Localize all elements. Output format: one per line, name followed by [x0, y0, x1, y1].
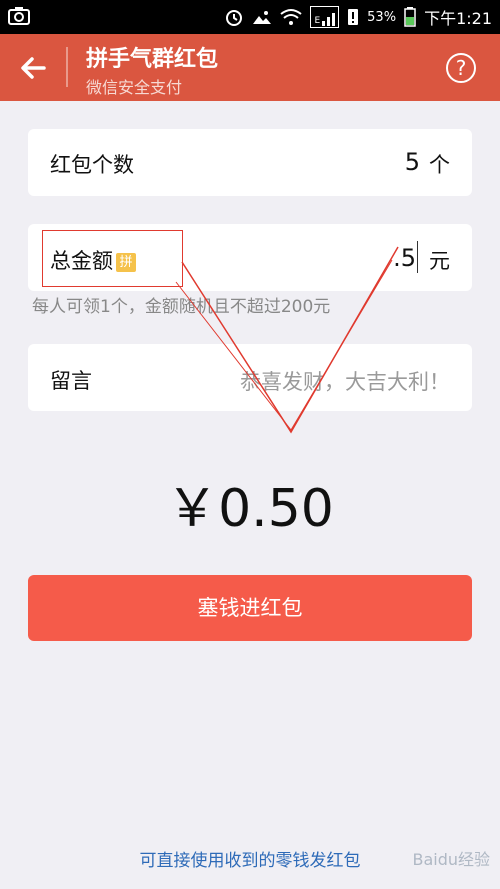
battery-icon: [404, 7, 416, 27]
image-icon: [253, 11, 272, 24]
total-amount: ￥0.50: [166, 479, 334, 539]
count-row[interactable]: 红包个数 5 个: [28, 129, 472, 196]
status-bar: E 53% 下午1:21: [0, 0, 500, 34]
submit-button[interactable]: 塞钱进红包: [28, 575, 472, 641]
alarm-icon: [226, 10, 243, 26]
header-divider: [66, 47, 68, 87]
count-input[interactable]: 5: [405, 148, 420, 176]
help-icon[interactable]: ?: [446, 53, 476, 83]
camera-icon: [8, 7, 30, 25]
amount-hint: 每人可领1个，金额随机且不超过200元: [32, 297, 331, 317]
count-label: 红包个数: [50, 153, 134, 177]
page-subtitle: 微信安全支付: [86, 78, 183, 97]
battery-percent: 53%: [367, 9, 397, 25]
amount-label: 总金额: [50, 249, 113, 273]
back-arrow-icon[interactable]: [14, 48, 54, 88]
signal-icon: E: [310, 6, 340, 28]
amount-unit: 元: [429, 249, 450, 273]
message-label: 留言: [50, 369, 92, 393]
random-badge: 拼: [116, 252, 136, 272]
amount-input[interactable]: .5: [393, 244, 416, 272]
clock: 下午1:21: [424, 9, 492, 28]
sim-alert-icon: [348, 9, 359, 25]
message-row[interactable]: 留言 恭喜发财，大吉大利！: [28, 344, 472, 411]
network-type: E: [314, 16, 321, 26]
amount-label-group: 总金额拼: [50, 245, 136, 275]
app-header: 拼手气群红包 微信安全支付 ?: [0, 34, 500, 101]
watermark: Baidu经验: [412, 850, 490, 869]
amount-row[interactable]: 总金额拼 .5 元: [28, 224, 472, 291]
message-input[interactable]: 恭喜发财，大吉大利！: [240, 366, 450, 396]
wifi-icon: [280, 9, 303, 25]
count-unit: 个: [429, 153, 450, 177]
text-cursor: [417, 241, 418, 273]
page-title: 拼手气群红包: [86, 47, 219, 72]
